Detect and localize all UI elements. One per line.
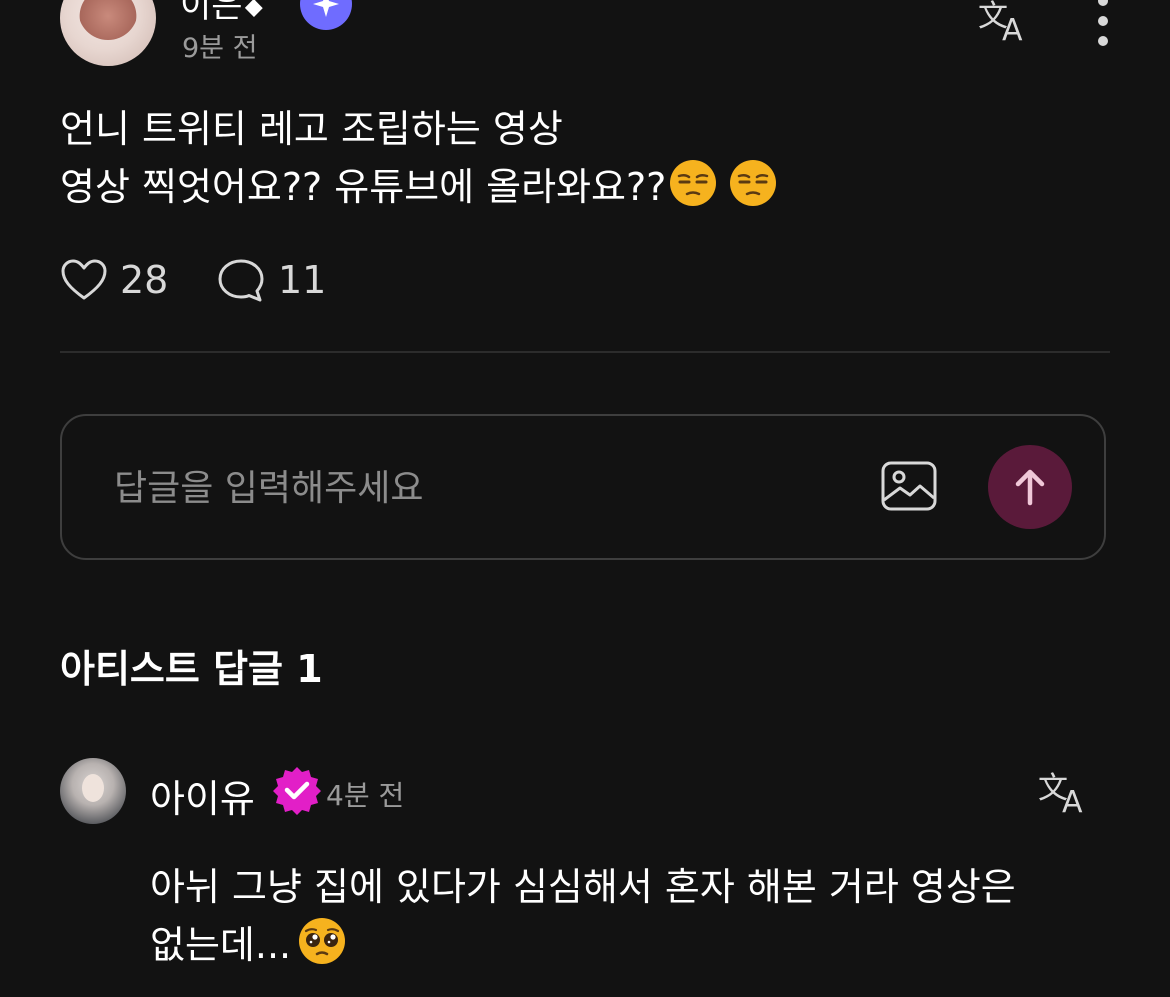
artist-replies-title: 아티스트 답글 1	[60, 647, 323, 691]
translate-icon[interactable]: 文 A	[976, 0, 1032, 48]
post-body-text: 영상 찍엇어요?? 유튜브에 올라와요??	[60, 165, 667, 209]
comment-icon	[218, 259, 264, 302]
reply-author-name[interactable]: 아이유	[150, 768, 255, 823]
comment-button[interactable]: 11	[216, 256, 326, 304]
reply-body-line-2: 없는데...	[150, 916, 1130, 974]
pleading-face-icon	[299, 918, 346, 964]
verified-badge-icon	[273, 767, 321, 815]
reply-timestamp: 4분 전	[326, 779, 405, 812]
post-timestamp: 9분 전	[182, 33, 258, 64]
divider	[60, 351, 1110, 353]
unamused-face-icon	[670, 160, 717, 206]
post-author-name[interactable]: 이은ꗃ	[180, 0, 270, 27]
post-body-line: 언니 트위티 레고 조립하는 영상	[60, 107, 563, 151]
reply-body: 아뉘 그냥 집에 있다가 심심해서 혼자 해본 거라 영상은 없는데...	[150, 858, 1130, 974]
reply-body-text: 없는데...	[150, 923, 292, 967]
like-count: 28	[120, 258, 169, 302]
arrow-up-icon	[1015, 469, 1045, 506]
heart-icon	[61, 259, 107, 300]
reply-input[interactable]	[112, 454, 856, 522]
post-detail-screen: 이은ꗃ 9분 전 文 A 언니 트위티 레고 조립하는 영상 영상 찍엇어요??…	[0, 0, 1170, 997]
send-button[interactable]	[988, 445, 1072, 529]
image-icon[interactable]	[880, 460, 938, 512]
comment-count: 11	[278, 258, 327, 302]
translate-icon[interactable]: 文 A	[1036, 768, 1092, 820]
svg-text:A: A	[1062, 785, 1083, 816]
like-button[interactable]: 28	[60, 256, 168, 304]
svg-text:A: A	[1002, 13, 1023, 44]
post-body: 언니 트위티 레고 조립하는 영상 영상 찍엇어요?? 유튜브에 올라와요??	[60, 100, 1110, 216]
unamused-face-icon	[730, 160, 777, 206]
post-body-line-2: 영상 찍엇어요?? 유튜브에 올라와요??	[60, 158, 1110, 216]
post-author-avatar[interactable]	[60, 0, 156, 66]
reply-composer	[60, 414, 1106, 560]
more-options-icon[interactable]	[1092, 0, 1114, 46]
reply-body-line: 아뉘 그냥 집에 있다가 심심해서 혼자 해본 거라 영상은	[150, 865, 1016, 909]
reply-author-avatar[interactable]	[60, 758, 126, 824]
fan-badge-icon	[300, 0, 352, 30]
